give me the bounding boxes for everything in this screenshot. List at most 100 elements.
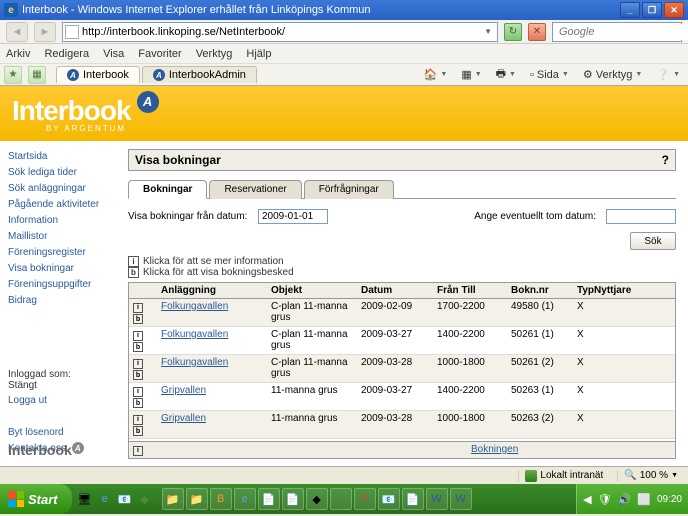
windows-logo-icon (8, 491, 24, 507)
col-anlaggning: Anläggning (157, 283, 267, 298)
sidebar-item-bidrag[interactable]: Bidrag (8, 295, 112, 307)
task-item[interactable]: 📧 (378, 488, 400, 510)
page-content: Interbook A BY ARGENTUM Startsida Sök le… (0, 86, 688, 466)
tab-bokningar[interactable]: Bokningar (128, 180, 207, 199)
row-info-icon[interactable]: i (133, 303, 143, 313)
row-doc-icon[interactable]: b (133, 398, 143, 408)
tools-menu-button[interactable]: ⚙ Verktyg▼ (579, 66, 647, 83)
tray-icon[interactable]: ◀ (583, 493, 591, 506)
ql-app-icon[interactable]: ◆ (136, 489, 154, 509)
to-date-input[interactable] (606, 209, 676, 224)
ie-tab-interbookadmin[interactable]: A InterbookAdmin (142, 66, 257, 83)
row-anlaggning-link[interactable]: Folkungavallen (161, 357, 228, 368)
task-item[interactable]: W (450, 488, 472, 510)
sidebar-item-foreningsuppgifter[interactable]: Föreningsuppgifter (8, 279, 112, 291)
close-button[interactable]: ✕ (664, 2, 684, 18)
row-info-icon[interactable]: i (133, 359, 143, 369)
row-doc-icon[interactable]: b (133, 370, 143, 380)
back-button[interactable]: ◄ (6, 22, 28, 42)
row-anlaggning-link[interactable]: Gripvallen (161, 385, 206, 396)
address-bar[interactable]: ▼ (62, 22, 498, 42)
sidebar-item-startsida[interactable]: Startsida (8, 151, 112, 163)
forward-button[interactable]: ► (34, 22, 56, 42)
favorites-button[interactable]: ★ (4, 66, 22, 84)
menu-arkiv[interactable]: Arkiv (6, 48, 30, 60)
home-button[interactable]: 🏠▼ (420, 66, 452, 83)
task-item[interactable]: B (210, 488, 232, 510)
ql-desktop-icon[interactable]: 🖥 (76, 489, 94, 509)
bookings-table: Anläggning Objekt Datum Från Till Bokn.n… (128, 282, 676, 459)
tray-icon[interactable]: 🔊 (618, 493, 632, 506)
content-tabs: Bokningar Reservationer Förfrågningar (128, 179, 676, 199)
help-button[interactable]: ❔▼ (652, 66, 684, 83)
task-item[interactable]: W (426, 488, 448, 510)
refresh-button[interactable]: ↻ (504, 23, 522, 41)
row-anlaggning-link[interactable]: Folkungavallen (161, 301, 228, 312)
sidebar-item-information[interactable]: Information (8, 215, 112, 227)
minimize-button[interactable]: _ (620, 2, 640, 18)
print-button[interactable]: 🖶▼ (492, 63, 520, 86)
search-box[interactable]: 🔍 (552, 22, 682, 42)
sidebar-item-sok-lediga[interactable]: Sök lediga tider (8, 167, 112, 179)
stop-button[interactable]: ✕ (528, 23, 546, 41)
task-item[interactable]: 📁 (162, 488, 184, 510)
row-doc-icon[interactable]: b (133, 314, 143, 324)
sidebar-item-foreningsregister[interactable]: Föreningsregister (8, 247, 112, 259)
ql-ie-icon[interactable]: e (96, 489, 114, 509)
maximize-button[interactable]: ❐ (642, 2, 662, 18)
row-anlaggning-link[interactable]: Folkungavallen (161, 329, 228, 340)
info-lines: iKlicka för att se mer information bKlic… (128, 256, 676, 278)
sidebar-item-byt-losenord[interactable]: Byt lösenord (8, 427, 112, 439)
url-input[interactable] (82, 24, 481, 40)
menu-hjalp[interactable]: Hjälp (246, 48, 271, 60)
task-item[interactable]: 📄 (258, 488, 280, 510)
sidebar-item-maillistor[interactable]: Maillistor (8, 231, 112, 243)
sidebar-item-logga-ut[interactable]: Logga ut (8, 395, 112, 407)
tray-clock[interactable]: 09:20 (657, 494, 682, 505)
start-button[interactable]: Start (0, 484, 72, 514)
row-info-icon[interactable]: i (133, 387, 143, 397)
task-item[interactable]: ◆ (306, 488, 328, 510)
row-anlaggning-link[interactable]: Gripvallen (161, 413, 206, 424)
tray-icon[interactable]: 🛡 (598, 493, 612, 506)
sidebar-item-pagaende[interactable]: Pågående aktiviteter (8, 199, 112, 211)
sidebar-item-visa-bokningar[interactable]: Visa bokningar (8, 263, 112, 275)
task-item[interactable]: e (234, 488, 256, 510)
task-item[interactable]: X (330, 488, 352, 510)
page-menu-button[interactable]: ▫ Sida▼ (526, 67, 573, 83)
footer-logo: InterbookA (8, 442, 84, 458)
info-icon[interactable]: i (133, 446, 143, 456)
task-item[interactable]: P (354, 488, 376, 510)
ql-outlook-icon[interactable]: 📧 (116, 489, 134, 509)
intranet-icon (525, 470, 537, 482)
add-tab-button[interactable]: ▦ (28, 66, 46, 84)
footer-link-bokningen[interactable]: Bokningen (471, 444, 518, 456)
zoom-level[interactable]: 🔍 100 % ▼ (617, 470, 684, 481)
menu-verktyg[interactable]: Verktyg (196, 48, 233, 60)
search-button[interactable]: Sök (630, 232, 676, 250)
tab-forfragningar[interactable]: Förfrågningar (304, 180, 394, 199)
task-item[interactable]: 📁 (186, 488, 208, 510)
row-datum: 2009-03-28 (357, 355, 433, 382)
from-date-input[interactable] (258, 209, 328, 224)
menu-favoriter[interactable]: Favoriter (138, 48, 181, 60)
menu-visa[interactable]: Visa (103, 48, 124, 60)
search-input[interactable] (559, 24, 688, 40)
table-body[interactable]: ibFolkungavallenC-plan 11-manna grus2009… (129, 299, 675, 441)
row-doc-icon[interactable]: b (133, 342, 143, 352)
row-objekt: 11-manna grus (267, 383, 357, 410)
task-item[interactable]: 📄 (282, 488, 304, 510)
menu-redigera[interactable]: Redigera (44, 48, 89, 60)
tray-icon[interactable]: ⬜ (637, 493, 651, 506)
help-button[interactable]: ? (662, 153, 669, 167)
sidebar-item-sok-anlaggningar[interactable]: Sök anläggningar (8, 183, 112, 195)
address-dropdown-icon[interactable]: ▼ (481, 27, 495, 36)
row-info-icon[interactable]: i (133, 331, 143, 341)
row-doc-icon[interactable]: b (133, 426, 143, 436)
ie-tab-interbook[interactable]: A Interbook (56, 66, 140, 83)
page-icon (65, 25, 79, 39)
feeds-button[interactable]: ▦▼ (457, 66, 485, 83)
row-info-icon[interactable]: i (133, 415, 143, 425)
tab-reservationer[interactable]: Reservationer (209, 180, 301, 199)
task-item[interactable]: 📄 (402, 488, 424, 510)
